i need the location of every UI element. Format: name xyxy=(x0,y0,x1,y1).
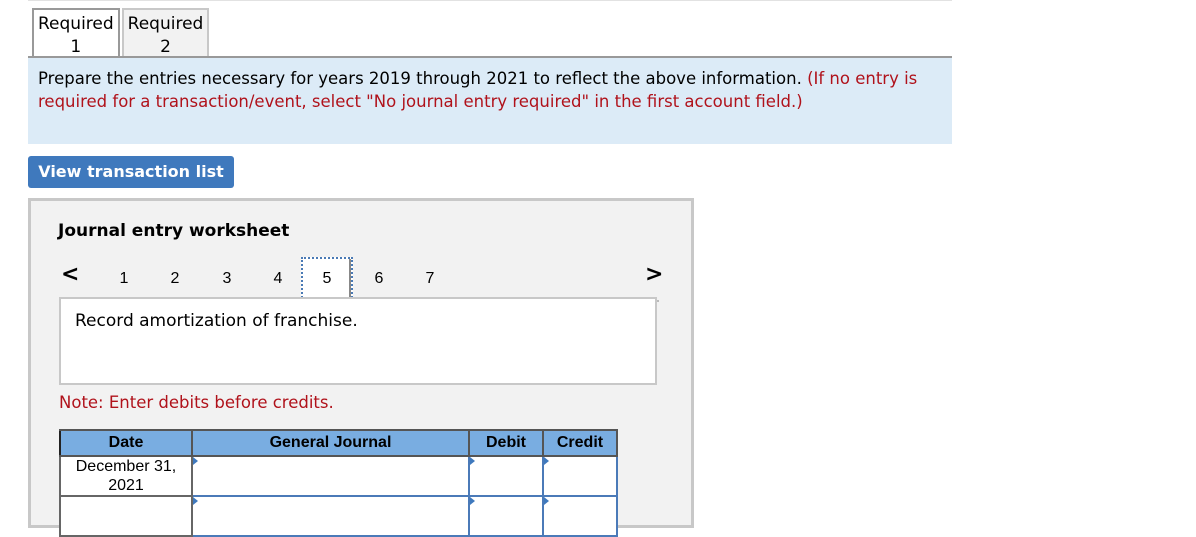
page-5[interactable]: 5 xyxy=(301,257,353,301)
transaction-description: Record amortization of franchise. xyxy=(59,297,657,385)
view-transaction-list-button[interactable]: View transaction list xyxy=(28,156,234,188)
journal-entry-worksheet: Journal entry worksheet < 1 2 3 4 5 6 7 … xyxy=(28,198,694,537)
account-input[interactable] xyxy=(191,495,470,537)
date-cell: December 31, 2021 xyxy=(59,455,193,497)
account-input[interactable] xyxy=(191,455,470,497)
top-divider xyxy=(28,0,952,1)
debit-input[interactable] xyxy=(468,495,544,537)
worksheet-title: Journal entry worksheet xyxy=(58,221,290,241)
header-general-journal: General Journal xyxy=(191,429,470,457)
journal-table: Date General Journal Debit Credit Decemb… xyxy=(59,429,618,537)
journal-header-row: Date General Journal Debit Credit xyxy=(59,429,618,457)
page-3[interactable]: 3 xyxy=(201,257,253,301)
page-1[interactable]: 1 xyxy=(98,257,150,301)
credit-input[interactable] xyxy=(542,455,618,497)
tab-label: Required xyxy=(38,14,114,34)
tab-label: Required xyxy=(127,14,204,34)
page-6[interactable]: 6 xyxy=(353,257,405,301)
tab-required-1[interactable]: Required 1 xyxy=(32,8,120,58)
header-credit: Credit xyxy=(542,429,618,457)
header-date: Date xyxy=(59,429,193,457)
tab-required-2[interactable]: Required 2 xyxy=(121,8,210,57)
page-4[interactable]: 4 xyxy=(252,257,304,301)
table-row: December 31, 2021 xyxy=(59,455,618,497)
chevron-right-icon[interactable]: > xyxy=(645,262,663,287)
instructions-text: Prepare the entries necessary for years … xyxy=(38,69,802,88)
chevron-left-icon[interactable]: < xyxy=(61,262,79,287)
table-row xyxy=(59,495,618,537)
page-2[interactable]: 2 xyxy=(149,257,201,301)
instructions-panel: Prepare the entries necessary for years … xyxy=(28,58,952,144)
date-cell xyxy=(59,495,193,537)
debits-note: Note: Enter debits before credits. xyxy=(59,393,334,412)
credit-input[interactable] xyxy=(542,495,618,537)
required-tabs: Required 1 Required 2 xyxy=(32,8,211,58)
header-debit: Debit xyxy=(468,429,544,457)
page-7[interactable]: 7 xyxy=(404,257,456,301)
debit-input[interactable] xyxy=(468,455,544,497)
